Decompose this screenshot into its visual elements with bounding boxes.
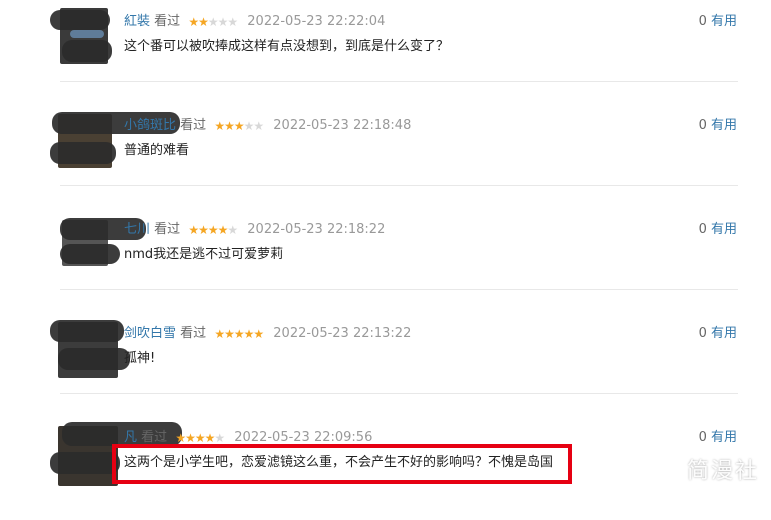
rating-stars: ★★★★★ [188,14,238,30]
divider [60,289,738,290]
redaction-mark [50,320,124,342]
watermark: 简漫社 [686,459,759,484]
watch-status: 看过 [154,14,181,29]
watch-status: 看过 [180,118,207,133]
useful-button[interactable]: 有用 [711,326,737,341]
star-filled-icon: ★ [185,431,196,445]
username[interactable]: 小鸽斑比 [124,118,176,133]
review-meta: 剑吹白雪 看过 ★★★★★ 2022-05-23 22:13:22 [124,326,411,342]
star-empty-icon: ★ [207,15,219,29]
star-empty-icon: ★ [227,15,238,29]
rating-stars: ★★★★★ [188,222,238,238]
useful-vote: 0 有用 [699,430,737,446]
review-date: 2022-05-23 22:09:56 [234,430,373,445]
star-filled-icon: ★ [233,327,245,341]
star-filled-icon: ★ [194,431,206,445]
username[interactable]: 七川 [124,222,150,237]
useful-count: 0 [698,326,707,341]
review-text: 这个番可以被吹捧成这样有点没想到，到底是什么变了？ [124,39,450,54]
redaction-mark [50,10,110,30]
star-filled-icon: ★ [214,327,225,341]
useful-vote: 0 有用 [699,14,737,30]
star-filled-icon: ★ [243,327,255,341]
username[interactable]: 凡 [124,430,137,445]
useful-count: 0 [698,118,707,133]
star-filled-icon: ★ [207,223,219,237]
star-filled-icon: ★ [188,223,199,237]
highlight-frame [112,444,572,484]
rating-stars: ★★★★★ [214,118,264,134]
username[interactable]: 剑吹白雪 [124,326,176,341]
watch-status: 看过 [180,326,207,341]
useful-button[interactable]: 有用 [711,118,737,133]
star-filled-icon: ★ [217,223,229,237]
star-filled-icon: ★ [188,15,199,29]
watch-status: 看过 [141,430,168,445]
star-filled-icon: ★ [224,119,235,133]
review-item: 剑吹白雪 看过 ★★★★★ 2022-05-23 22:13:22 0 有用 孤… [0,312,771,416]
useful-button[interactable]: 有用 [711,222,737,237]
useful-count: 0 [698,430,707,445]
review-meta: 紅裝 看过 ★★★★★ 2022-05-23 22:22:04 [124,14,385,30]
star-empty-icon: ★ [214,431,225,445]
review-text: nmd我还是逃不过可爱萝莉 [124,247,284,262]
star-empty-icon: ★ [253,119,264,133]
rating-stars: ★★★★★ [214,326,264,342]
star-filled-icon: ★ [214,119,225,133]
star-filled-icon: ★ [175,431,186,445]
star-filled-icon: ★ [198,223,209,237]
redaction-mark [50,452,120,474]
review-date: 2022-05-23 22:18:22 [247,222,386,237]
watch-status: 看过 [154,222,181,237]
review-date: 2022-05-23 22:18:48 [273,118,412,133]
review-meta: 七川 看过 ★★★★★ 2022-05-23 22:18:22 [124,222,385,238]
divider [60,81,738,82]
star-empty-icon: ★ [243,119,255,133]
redaction-mark [50,142,116,164]
review-text: 孤神! [124,351,156,366]
review-item: 七川 看过 ★★★★★ 2022-05-23 22:18:22 0 有用 nmd… [0,208,771,312]
star-filled-icon: ★ [198,15,209,29]
redaction-mark [60,244,120,264]
star-filled-icon: ★ [204,431,216,445]
review-date: 2022-05-23 22:13:22 [273,326,412,341]
divider [60,185,738,186]
useful-count: 0 [698,14,707,29]
review-date: 2022-05-23 22:22:04 [247,14,386,29]
redaction-mark [58,348,130,370]
redaction-mark [62,40,112,62]
divider [60,393,738,394]
star-filled-icon: ★ [233,119,245,133]
star-filled-icon: ★ [224,327,235,341]
review-meta: 小鸽斑比 看过 ★★★★★ 2022-05-23 22:18:48 [124,118,411,134]
useful-vote: 0 有用 [699,326,737,342]
useful-count: 0 [698,222,707,237]
useful-button[interactable]: 有用 [711,14,737,29]
star-filled-icon: ★ [253,327,264,341]
useful-vote: 0 有用 [699,118,737,134]
username[interactable]: 紅裝 [124,14,150,29]
review-item: 紅裝 看过 ★★★★★ 2022-05-23 22:22:04 0 有用 这个番… [0,0,771,104]
review-item: 小鸽斑比 看过 ★★★★★ 2022-05-23 22:18:48 0 有用 普… [0,104,771,208]
star-empty-icon: ★ [217,15,229,29]
useful-button[interactable]: 有用 [711,430,737,445]
useful-vote: 0 有用 [699,222,737,238]
star-empty-icon: ★ [227,223,238,237]
review-text: 普通的难看 [124,143,190,158]
